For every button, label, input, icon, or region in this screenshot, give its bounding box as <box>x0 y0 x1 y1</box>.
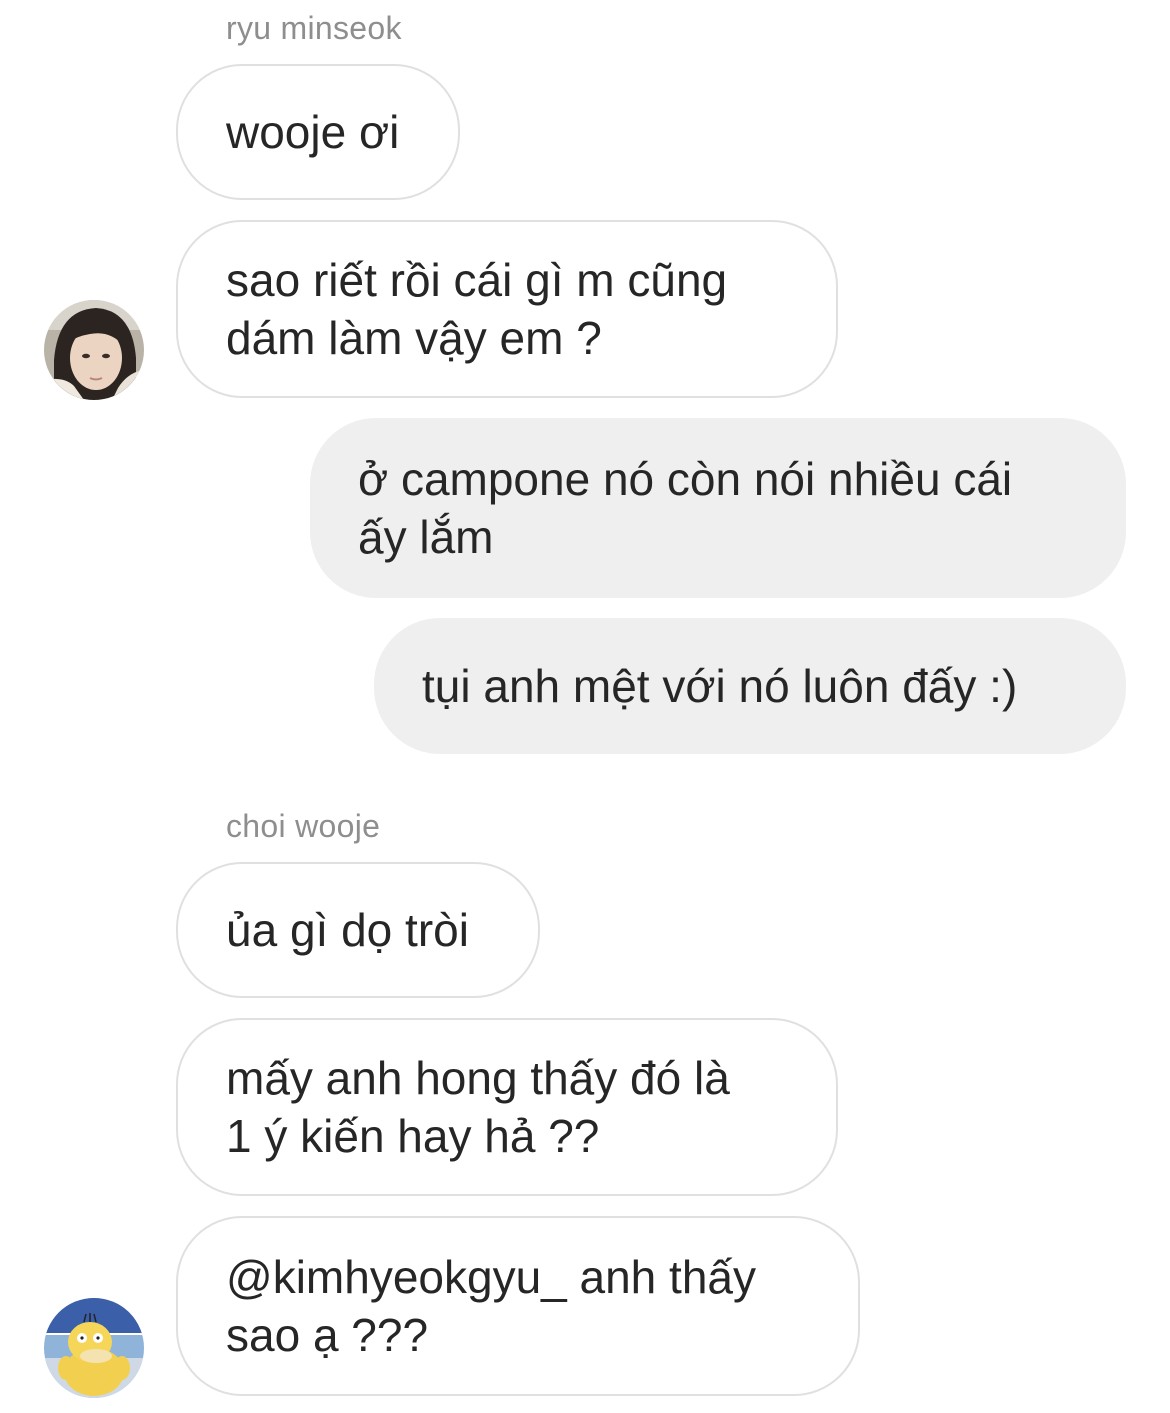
message-text: sao riết rồi cái gì m cũng dám làm vậy e… <box>226 254 728 364</box>
message-bubble[interactable]: ủa gì dọ tròi <box>176 862 540 998</box>
message-bubble-outgoing[interactable]: ở campone nó còn nói nhiều cái ấy lắm <box>310 418 1126 598</box>
message-text: ở campone nó còn nói nhiều cái ấy lắm <box>358 453 1013 563</box>
message-text: wooje ơi <box>226 106 400 158</box>
avatar-choi-wooje[interactable] <box>44 1298 144 1398</box>
sender-name-ryu-minseok: ryu minseok <box>226 10 402 46</box>
message-text: tụi anh mệt với nó luôn đấy :) <box>422 660 1018 712</box>
user-photo-avatar-icon <box>44 300 144 400</box>
message-text: @kimhyeokgyu_ anh thấy sao ạ ??? <box>226 1251 756 1361</box>
message-bubble[interactable]: wooje ơi <box>176 64 460 200</box>
message-bubble[interactable]: @kimhyeokgyu_ anh thấy sao ạ ??? <box>176 1216 860 1396</box>
yellow-duck-avatar-icon <box>44 1298 144 1398</box>
message-bubble[interactable]: sao riết rồi cái gì m cũng dám làm vậy e… <box>176 220 838 398</box>
message-text: mấy anh hong thấy đó là 1 ý kiến hay hả … <box>226 1052 730 1162</box>
sender-name-choi-wooje: choi wooje <box>226 808 381 844</box>
avatar-ryu-minseok[interactable] <box>44 300 144 400</box>
message-bubble[interactable]: mấy anh hong thấy đó là 1 ý kiến hay hả … <box>176 1018 838 1196</box>
message-bubble-outgoing[interactable]: tụi anh mệt với nó luôn đấy :) <box>374 618 1126 754</box>
message-text: ủa gì dọ tròi <box>226 904 469 956</box>
